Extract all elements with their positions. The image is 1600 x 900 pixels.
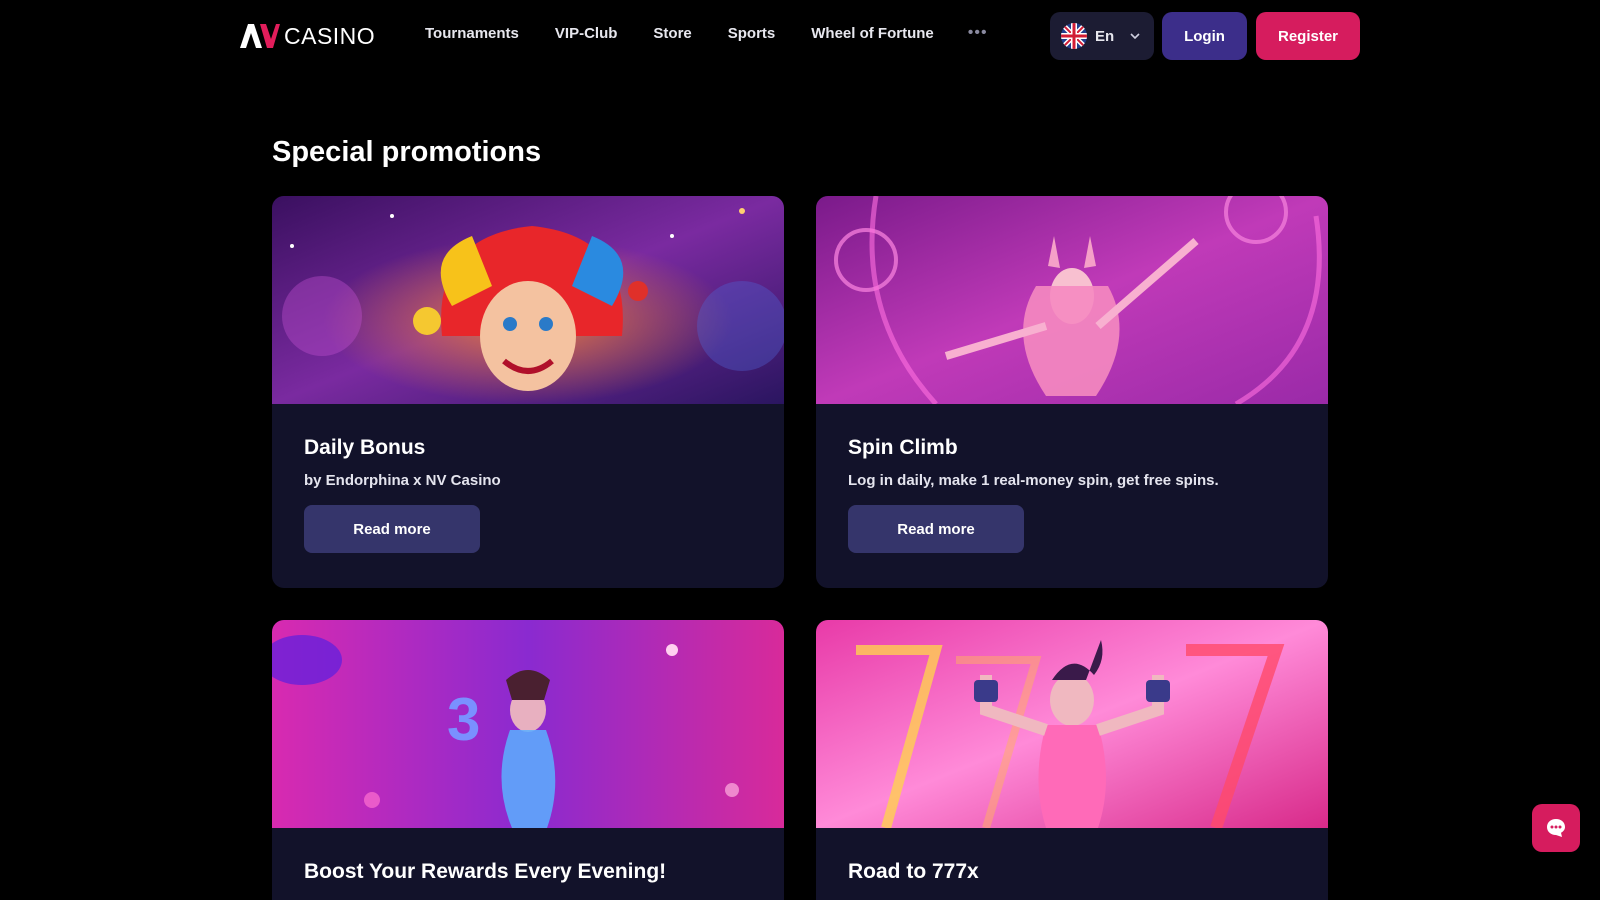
main-nav: Tournaments VIP-Club Store Sports Wheel …	[425, 24, 988, 42]
nav-store[interactable]: Store	[653, 25, 691, 42]
site-header: CASINO Tournaments VIP-Club Store Sports…	[0, 0, 1600, 72]
chat-button[interactable]	[1532, 804, 1580, 852]
logo-text: CASINO	[284, 22, 376, 49]
logo[interactable]: CASINO	[240, 22, 375, 50]
language-selector[interactable]: En	[1050, 12, 1154, 60]
more-menu-icon[interactable]: •••	[968, 24, 988, 42]
promo-card-daily-bonus: Daily Bonus by Endorphina x NV Casino Re…	[272, 196, 784, 588]
section-title: Special promotions	[272, 136, 542, 168]
nav-tournaments[interactable]: Tournaments	[425, 25, 519, 42]
read-more-button[interactable]: Read more	[304, 505, 480, 553]
fitness-girl-promo-image[interactable]	[816, 620, 1328, 828]
promo-card-boost-rewards: 3 Boost Your Rewards Every Evening!	[272, 620, 784, 900]
nav-wheel-of-fortune[interactable]: Wheel of Fortune	[811, 25, 934, 42]
register-button[interactable]: Register	[1256, 12, 1360, 60]
promo-title: Road to 777x	[848, 860, 979, 883]
uk-flag-icon	[1061, 23, 1087, 49]
nav-sports[interactable]: Sports	[728, 25, 776, 42]
promo-title: Boost Your Rewards Every Evening!	[304, 860, 667, 883]
nv-logo-icon	[240, 24, 280, 48]
chat-bubble-icon	[1547, 819, 1565, 837]
read-more-button[interactable]: Read more	[848, 505, 1024, 553]
promo-title: Daily Bonus	[304, 436, 426, 459]
svg-text:3: 3	[447, 686, 480, 753]
login-button[interactable]: Login	[1162, 12, 1247, 60]
promo-card-road-to-777x: Road to 777x	[816, 620, 1328, 900]
chevron-down-icon	[1130, 33, 1140, 39]
nav-vip-club[interactable]: VIP-Club	[555, 25, 618, 42]
bunny-girl-promo-image[interactable]	[816, 196, 1328, 404]
jester-promo-image[interactable]	[272, 196, 784, 404]
promo-description: by Endorphina x NV Casino	[304, 472, 501, 489]
promo-description: Log in daily, make 1 real-money spin, ge…	[848, 472, 1219, 489]
promo-title: Spin Climb	[848, 436, 958, 459]
neon-dancer-promo-image[interactable]: 3	[272, 620, 784, 828]
promo-card-spin-climb: Spin Climb Log in daily, make 1 real-mon…	[816, 196, 1328, 588]
language-label: En	[1095, 27, 1115, 45]
